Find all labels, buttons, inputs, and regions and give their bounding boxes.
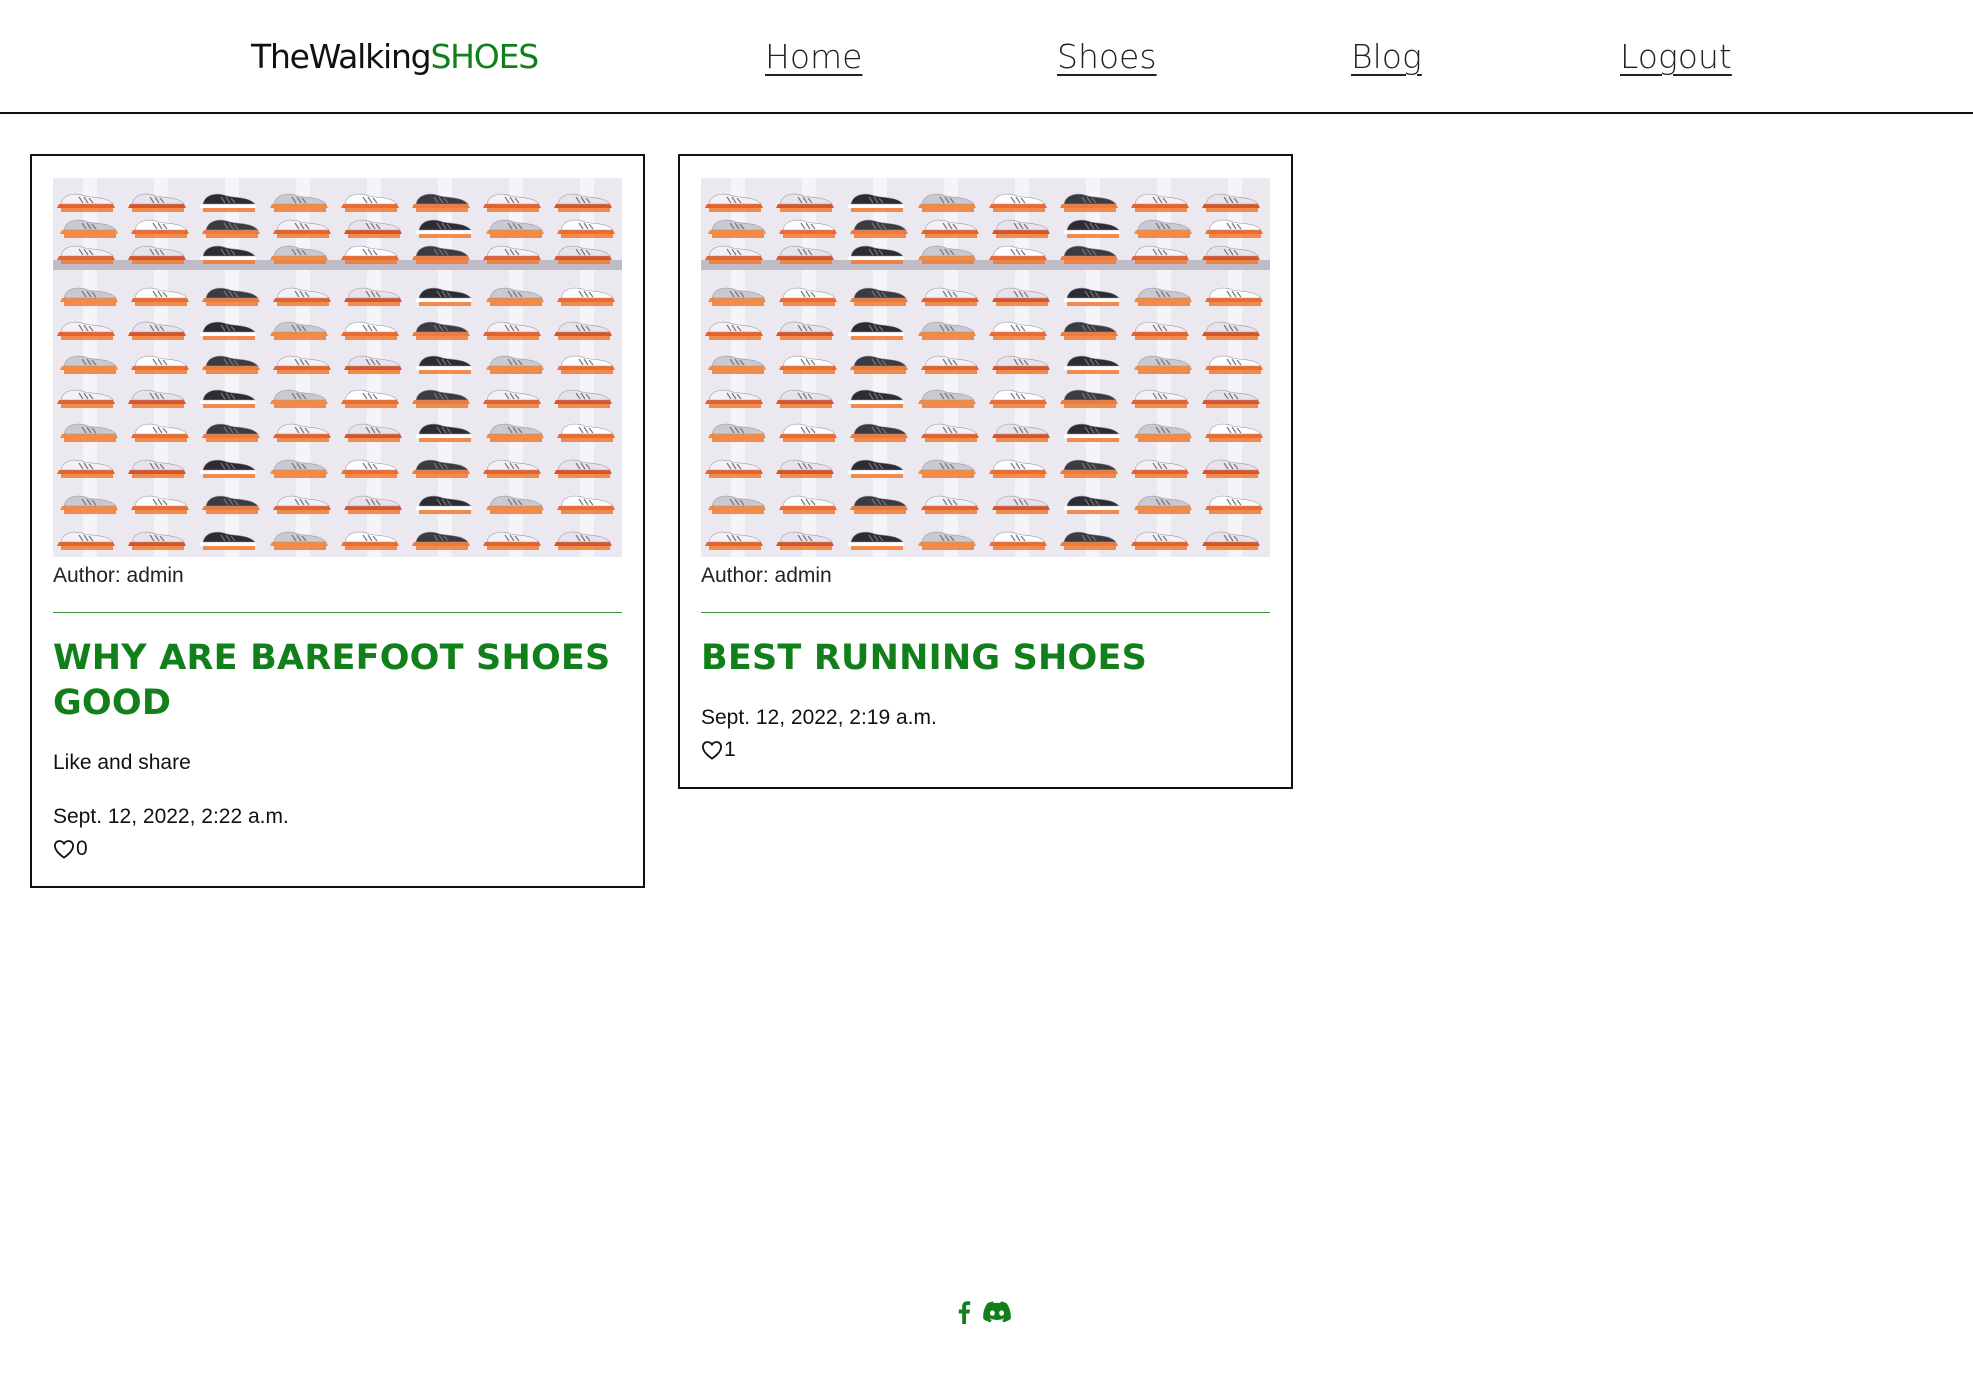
post-image[interactable] xyxy=(701,178,1270,557)
post-author: Author: admin xyxy=(701,564,832,587)
like-button[interactable]: 0 xyxy=(53,834,88,864)
heart-icon xyxy=(54,840,74,859)
like-count: 1 xyxy=(724,738,736,761)
site-header: TheWalkingSHOES Home Shoes Blog Logout xyxy=(0,0,1973,114)
post-author: Author: admin xyxy=(53,564,184,587)
brand-text-accent: SHOES xyxy=(430,37,539,76)
post-excerpt: Like and share xyxy=(53,751,191,774)
footer-social xyxy=(957,1300,1011,1329)
post-date: Sept. 12, 2022, 2:19 a.m. xyxy=(701,706,937,729)
heart-icon xyxy=(702,741,722,760)
facebook-icon[interactable] xyxy=(957,1300,971,1329)
post-divider xyxy=(701,612,1270,613)
discord-icon[interactable] xyxy=(983,1301,1011,1328)
post-divider xyxy=(53,612,622,613)
nav-blog-link[interactable]: Blog xyxy=(1351,36,1422,78)
post-card[interactable]: Author: admin WHY ARE BAREFOOT SHOES GOO… xyxy=(30,154,645,888)
like-count: 0 xyxy=(76,837,88,860)
post-card[interactable]: Author: admin BEST RUNNING SHOES Sept. 1… xyxy=(678,154,1293,789)
nav-home-link[interactable]: Home xyxy=(765,36,862,78)
brand-text-primary: TheWalking xyxy=(251,37,432,76)
nav-logout-link[interactable]: Logout xyxy=(1620,36,1732,78)
post-image[interactable] xyxy=(53,178,622,557)
brand-logo[interactable]: TheWalkingSHOES xyxy=(251,35,539,79)
nav-shoes-link[interactable]: Shoes xyxy=(1057,36,1157,78)
like-button[interactable]: 1 xyxy=(701,735,736,765)
post-title[interactable]: BEST RUNNING SHOES xyxy=(701,636,1270,681)
post-date: Sept. 12, 2022, 2:22 a.m. xyxy=(53,805,289,828)
post-title[interactable]: WHY ARE BAREFOOT SHOES GOOD xyxy=(53,636,622,726)
